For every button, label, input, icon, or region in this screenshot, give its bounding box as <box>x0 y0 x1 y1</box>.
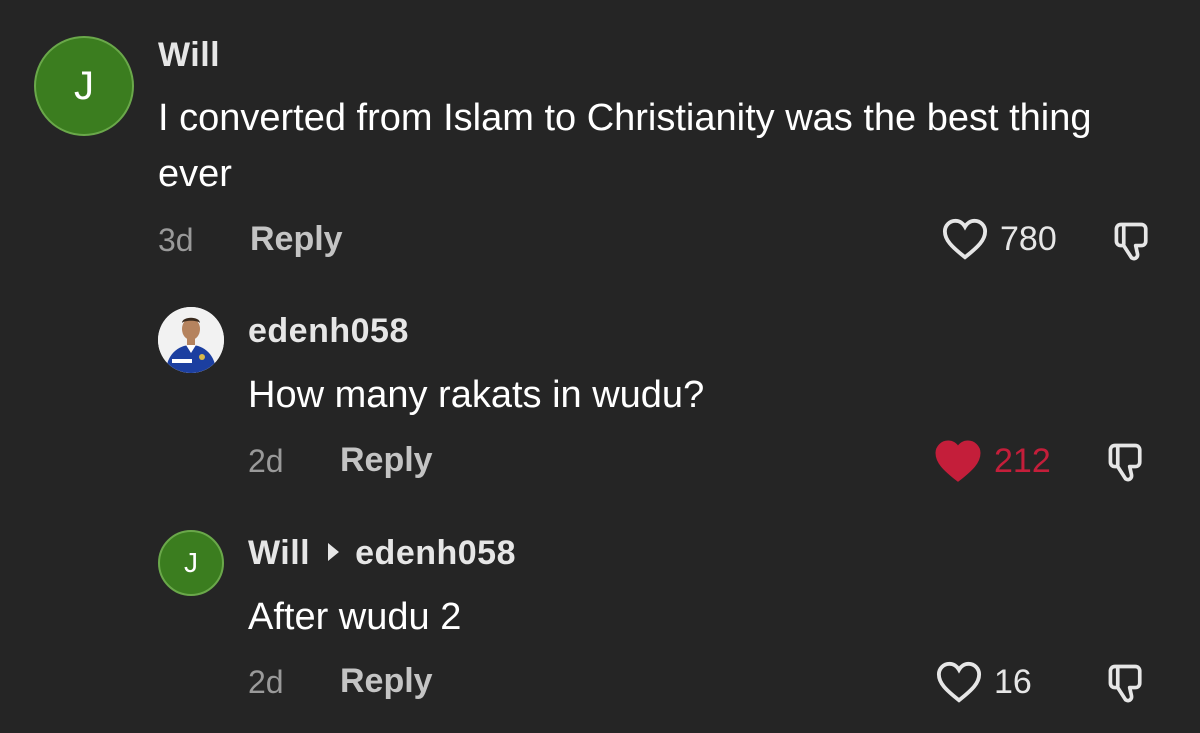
like-count: 780 <box>1000 219 1057 258</box>
comment-text: How many rakats in wudu? <box>248 374 705 416</box>
avatar[interactable] <box>158 307 224 373</box>
profile-photo-icon <box>158 307 224 373</box>
heart-filled-icon <box>935 440 981 482</box>
avatar[interactable]: J <box>34 36 134 136</box>
reply-button[interactable]: Reply <box>250 220 343 259</box>
reply-to-arrow-icon <box>328 543 340 562</box>
reply-button[interactable]: Reply <box>340 441 433 480</box>
comment-username[interactable]: Will <box>158 36 220 75</box>
comment-text: I converted from Islam to Christianity w… <box>158 97 1092 195</box>
comment-text: After wudu 2 <box>248 596 462 638</box>
comment-timestamp: 2d <box>248 443 284 479</box>
like-button[interactable]: 780 <box>942 217 1057 261</box>
thumbs-down-icon <box>1114 222 1148 261</box>
like-count: 212 <box>994 441 1051 480</box>
comment-timestamp: 3d <box>158 222 194 258</box>
heart-outline-icon <box>942 218 988 260</box>
dislike-button[interactable] <box>1104 661 1148 710</box>
comment-thread: J Will I converted from Islam to Christi… <box>0 0 1200 733</box>
heart-outline-icon <box>936 661 982 703</box>
like-button[interactable]: 16 <box>936 660 1032 704</box>
comment-username[interactable]: edenh058 <box>248 312 409 351</box>
reply-author[interactable]: Will <box>248 534 310 572</box>
dislike-button[interactable] <box>1110 219 1154 268</box>
thumbs-down-icon <box>1108 443 1142 482</box>
like-button[interactable]: 212 <box>934 438 1051 484</box>
avatar[interactable]: J <box>158 530 224 596</box>
dislike-button[interactable] <box>1104 440 1148 489</box>
reply-button[interactable]: Reply <box>340 662 433 701</box>
comment-username: Will edenh058 <box>248 534 516 573</box>
reply-target[interactable]: edenh058 <box>355 534 516 572</box>
avatar-letter: J <box>74 63 94 108</box>
avatar-letter: J <box>184 547 198 578</box>
like-count: 16 <box>994 662 1032 701</box>
thumbs-down-icon <box>1108 664 1142 703</box>
comment-timestamp: 2d <box>248 664 284 700</box>
